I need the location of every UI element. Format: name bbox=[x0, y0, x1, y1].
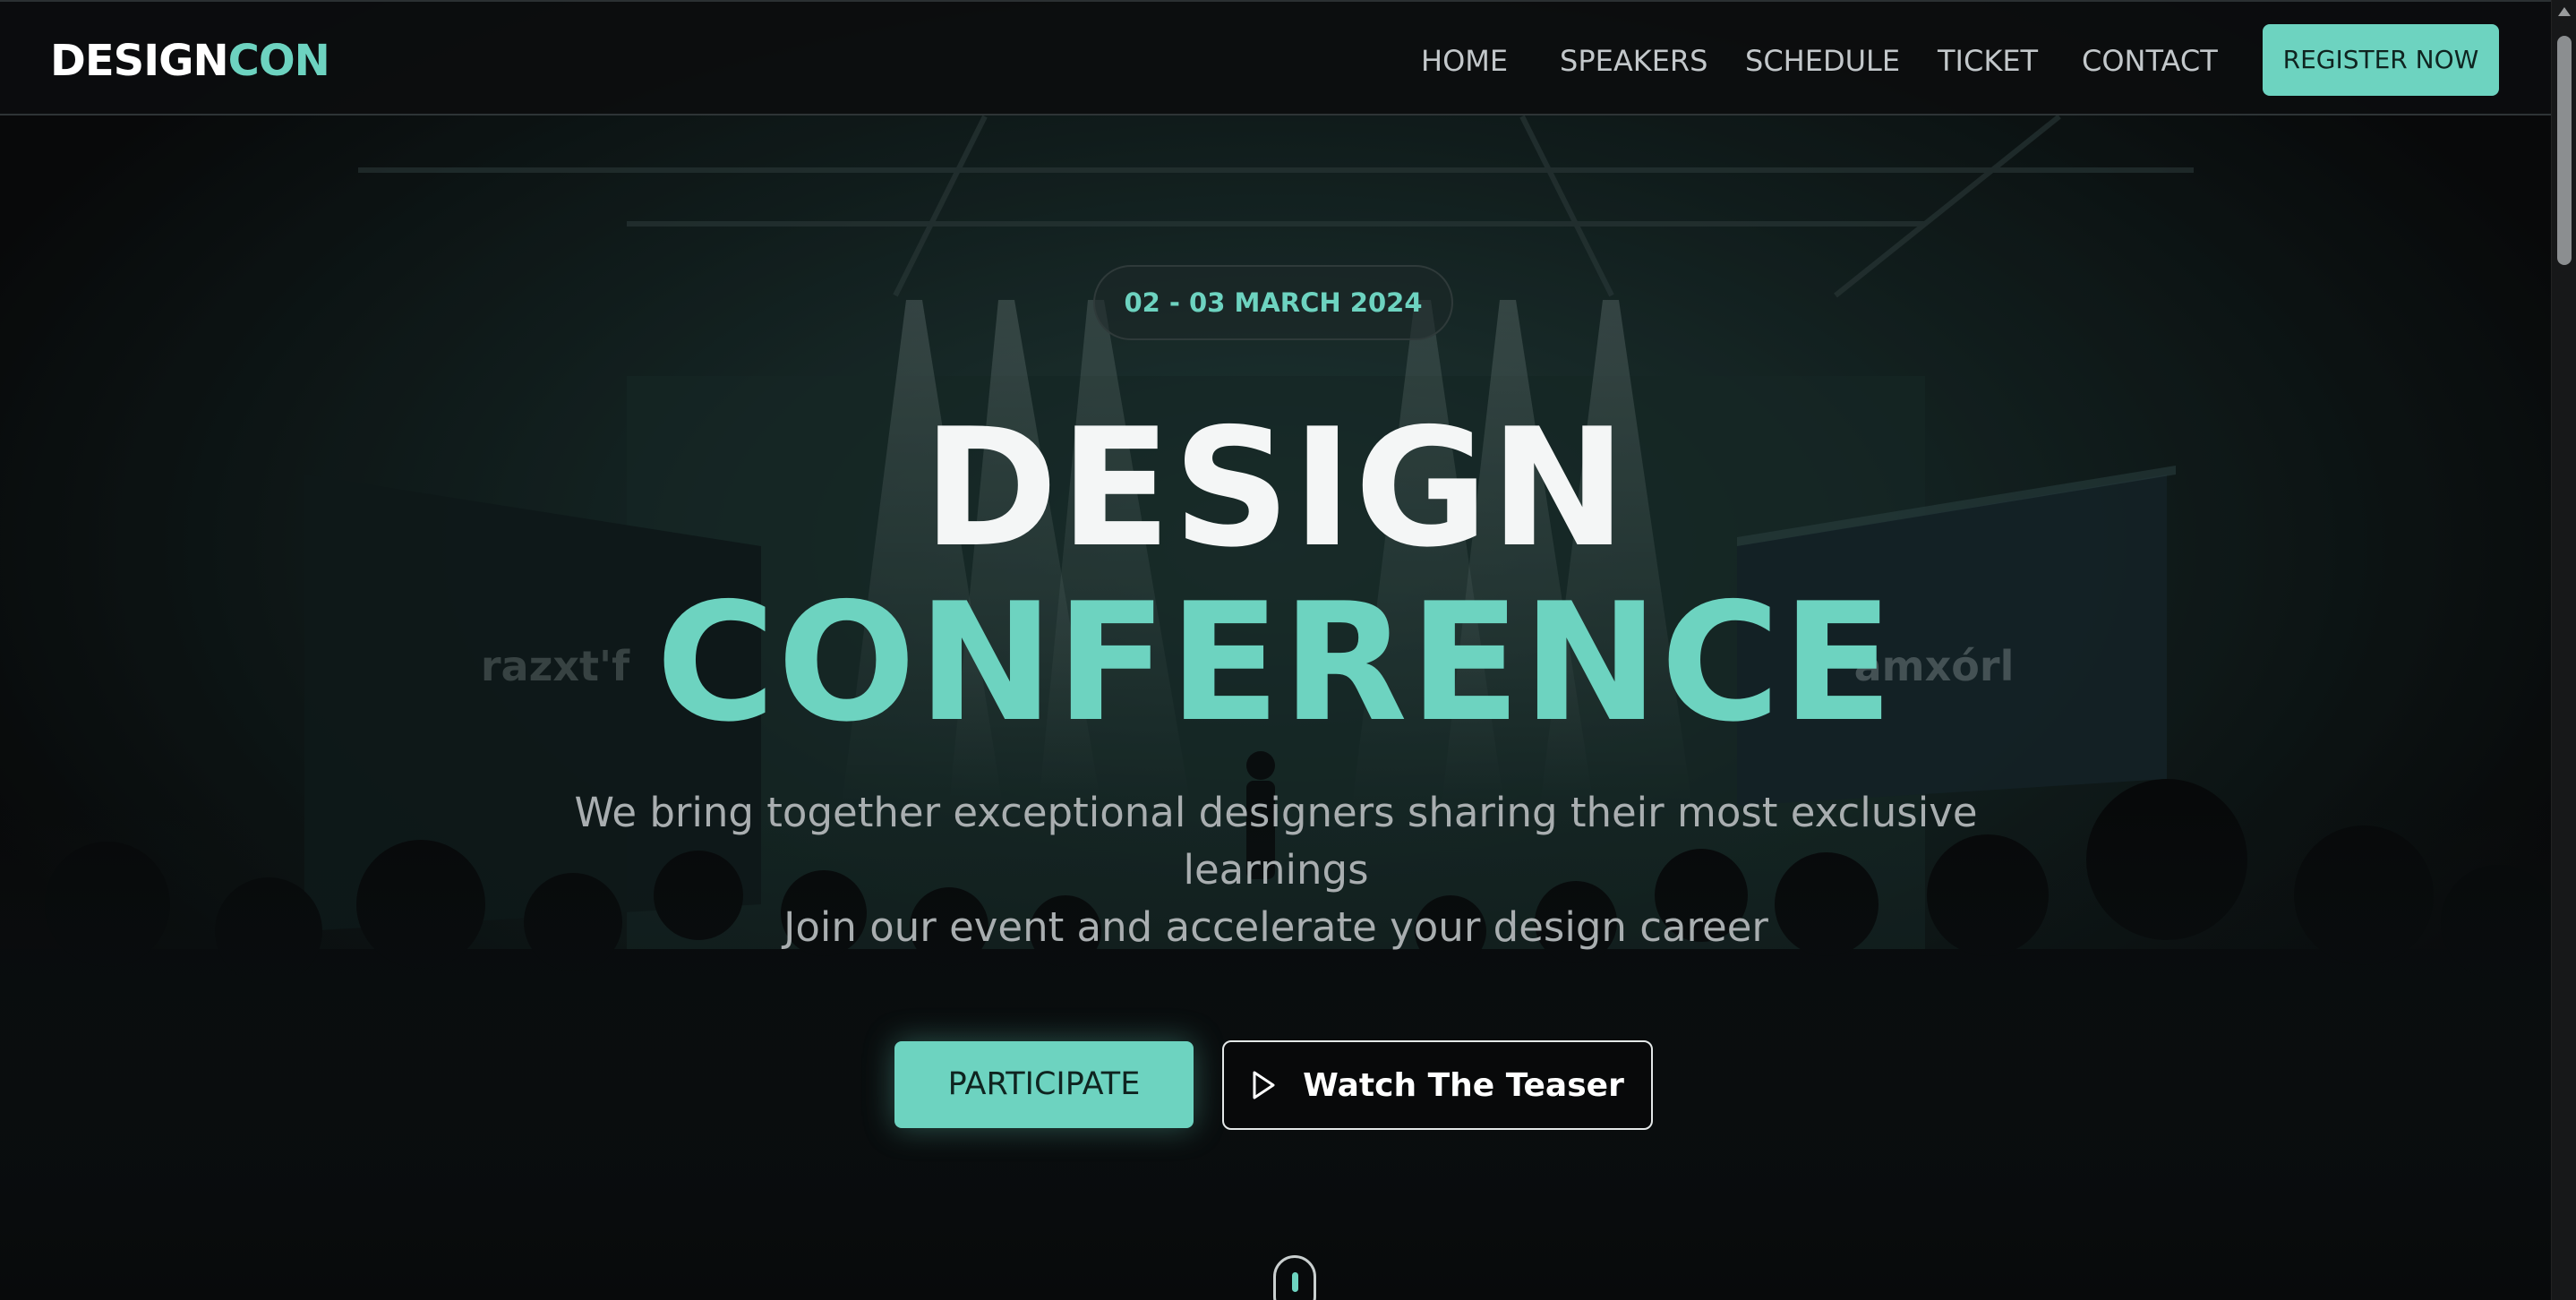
scroll-up-arrow-icon[interactable] bbox=[2558, 7, 2571, 16]
nav-link-schedule[interactable]: SCHEDULE bbox=[1745, 41, 1900, 81]
register-now-button[interactable]: REGISTER NOW bbox=[2263, 24, 2499, 96]
site-logo[interactable]: DESIGNCON bbox=[50, 34, 330, 88]
logo-accent-text: CON bbox=[227, 36, 330, 86]
watch-teaser-label: Watch The Teaser bbox=[1303, 1066, 1624, 1104]
event-date-badge: 02 - 03 MARCH 2024 bbox=[1093, 265, 1453, 340]
mouse-scroll-icon[interactable] bbox=[1273, 1255, 1316, 1300]
nav-link-speakers[interactable]: SPEAKERS bbox=[1560, 41, 1707, 81]
vertical-scrollbar[interactable] bbox=[2551, 0, 2576, 1300]
participate-button[interactable]: PARTICIPATE bbox=[894, 1041, 1194, 1128]
scrollbar-thumb[interactable] bbox=[2557, 36, 2572, 265]
hero-subtitle-line2: Join our event and accelerate your desig… bbox=[783, 903, 1768, 951]
nav-link-contact[interactable]: CONTACT bbox=[2082, 41, 2218, 81]
hero-subtitle-line1: We bring together exceptional designers … bbox=[574, 789, 1978, 894]
hero-title-line1: DESIGN bbox=[922, 393, 1629, 583]
navbar: DESIGNCON HOME SPEAKERS SCHEDULE TICKET … bbox=[0, 0, 2551, 115]
watch-teaser-button[interactable]: Watch The Teaser bbox=[1222, 1040, 1653, 1130]
hero-title-line2: CONFERENCE bbox=[655, 568, 1896, 757]
hero-subtitle: We bring together exceptional designers … bbox=[537, 784, 2015, 956]
page: razxt'f amxórl DESIGNCON HOME SPEAKERS S… bbox=[0, 0, 2551, 1300]
logo-primary-text: DESIGN bbox=[50, 36, 229, 86]
nav-link-ticket[interactable]: TICKET bbox=[1938, 41, 2038, 81]
scroll-indicator-dot bbox=[1292, 1272, 1298, 1292]
nav-link-home[interactable]: HOME bbox=[1421, 41, 1508, 81]
play-icon bbox=[1253, 1071, 1275, 1099]
